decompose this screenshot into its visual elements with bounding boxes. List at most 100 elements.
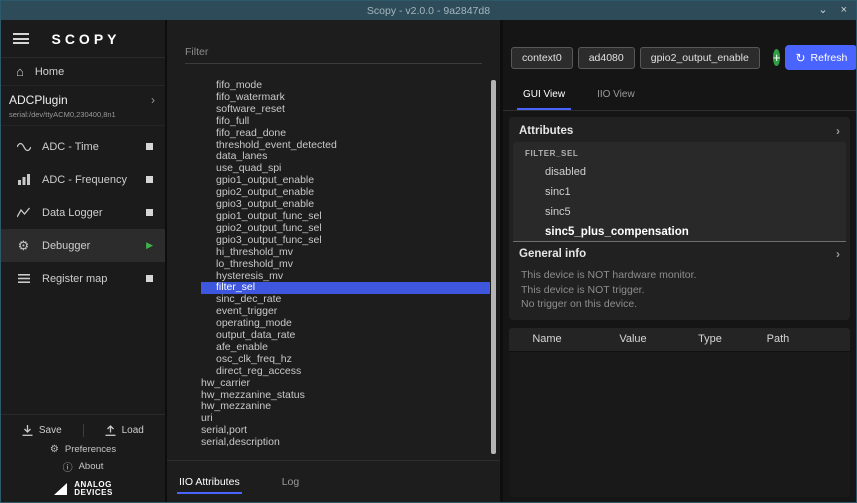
general-info-section-header[interactable]: General info › xyxy=(511,242,848,265)
about-label: About xyxy=(79,461,104,472)
refresh-label: Refresh xyxy=(811,52,848,64)
analog-devices-brand: ANALOG DEVICES xyxy=(53,481,113,497)
preferences-button[interactable]: ⚙ Preferences xyxy=(50,442,116,457)
tree-item[interactable]: serial,description xyxy=(201,437,490,449)
sidebar-item-data-logger[interactable]: Data Logger xyxy=(1,196,165,229)
results-table-body xyxy=(509,352,850,498)
tree-scrollbar[interactable] xyxy=(491,80,496,454)
breadcrumb-button[interactable]: ad4080 xyxy=(578,47,635,69)
tree-item[interactable]: gpio3_output_func_sel xyxy=(201,235,490,247)
dropdown-option[interactable]: disabled xyxy=(513,162,846,182)
middle-tab[interactable]: Log xyxy=(280,464,302,500)
stop-indicator[interactable] xyxy=(146,143,153,150)
tree-item[interactable]: fifo_read_done xyxy=(201,128,490,140)
dropdown-option[interactable]: sinc5_plus_compensation xyxy=(513,222,846,242)
tree-item[interactable]: direct_reg_access xyxy=(201,366,490,378)
tree-item[interactable]: hw_carrier xyxy=(201,378,490,390)
tree-item[interactable]: hw_mezzanine xyxy=(201,401,490,413)
add-button[interactable]: + xyxy=(773,49,781,66)
filter-sel-dropdown: disabled sinc1 sinc5 sinc5_plus_compensa… xyxy=(513,162,846,242)
attribute-tree: fifo_mode fifo_watermark software_reset … xyxy=(167,80,500,460)
register-map-icon xyxy=(16,273,31,284)
info-line: This device is NOT trigger. xyxy=(521,283,838,298)
brand-text: ANALOG DEVICES xyxy=(74,481,113,497)
table-header-cell: Type xyxy=(681,333,739,345)
view-tab-bar: GUI View IIO View xyxy=(503,81,856,111)
chevron-right-icon: › xyxy=(151,93,155,107)
sidebar-item-debugger[interactable]: ⚙ Debugger ▶ xyxy=(1,229,165,262)
table-header-cell: Name xyxy=(509,333,585,345)
save-icon xyxy=(22,425,33,436)
scopy-logo: SCOPY xyxy=(29,31,153,47)
brand-line-2: DEVICES xyxy=(74,488,113,497)
sidebar-item-label: Data Logger xyxy=(42,207,135,219)
attribute-name-label: FILTER_SEL xyxy=(513,147,846,162)
analog-devices-logo-icon xyxy=(53,482,68,496)
sidebar-item-home[interactable]: ⌂ Home xyxy=(1,58,165,86)
info-line: No trigger on this device. xyxy=(521,297,838,312)
load-button[interactable]: Load xyxy=(84,425,166,436)
gear-icon: ⚙ xyxy=(16,238,31,254)
device-header[interactable]: ADCPlugin › serial:/dev/ttyACM0,230400,8… xyxy=(1,86,165,126)
attribute-editor: FILTER_SEL disabled sinc1 sinc5 sinc5_pl… xyxy=(513,142,846,242)
stop-indicator[interactable] xyxy=(146,209,153,216)
tree-item[interactable]: software_reset xyxy=(201,104,490,116)
sidebar-menu: ADC - Time ADC - Frequency Data Logger xyxy=(1,126,165,414)
tree-item[interactable]: fifo_full xyxy=(201,116,490,128)
dropdown-option[interactable]: sinc5 xyxy=(513,202,846,222)
stop-indicator[interactable] xyxy=(146,176,153,183)
view-tab[interactable]: IIO View xyxy=(581,81,651,110)
tree-item[interactable]: lo_threshold_mv xyxy=(201,259,490,271)
breadcrumb: context0 ad4080 gpio2_output_enable xyxy=(511,47,760,69)
tree-item[interactable]: hi_threshold_mv xyxy=(201,247,490,259)
stop-indicator[interactable] xyxy=(146,275,153,282)
dropdown-option[interactable]: sinc1 xyxy=(513,182,846,202)
info-line: This device is NOT hardware monitor. xyxy=(521,268,838,283)
sidebar-item-adc-frequency[interactable]: ADC - Frequency xyxy=(1,163,165,196)
view-tab[interactable]: GUI View xyxy=(507,81,581,110)
titlebar[interactable]: Scopy - v2.0.0 - 9a2847d8 ⌄ × xyxy=(1,1,856,20)
middle-tab[interactable]: IIO Attributes xyxy=(177,464,242,500)
attributes-section-header[interactable]: Attributes › xyxy=(511,119,848,142)
minimize-icon[interactable]: ⌄ xyxy=(818,5,827,16)
about-button[interactable]: ⓘ About xyxy=(63,459,104,474)
close-icon[interactable]: × xyxy=(841,5,847,16)
tree-item[interactable]: osc_clk_freq_hz xyxy=(201,354,490,366)
tree-item[interactable]: gpio2_output_func_sel xyxy=(201,223,490,235)
gear-icon: ⚙ xyxy=(50,444,59,455)
window-controls: ⌄ × xyxy=(818,1,847,20)
hamburger-menu-icon[interactable] xyxy=(13,33,29,44)
chevron-right-icon: › xyxy=(836,124,840,138)
save-label: Save xyxy=(39,425,62,436)
main-area: SCOPY ⌂ Home ADCPlugin › serial:/dev/tty… xyxy=(1,20,856,502)
sidebar-item-label: ADC - Time xyxy=(42,141,135,153)
refresh-button[interactable]: ↻ Refresh xyxy=(785,45,857,70)
save-button[interactable]: Save xyxy=(1,425,83,436)
sidebar-item-label: Register map xyxy=(42,273,135,285)
middle-tab-bar: IIO Attributes Log xyxy=(167,460,500,502)
sidebar-footer: Save Load ⚙ Preferences ⓘ About xyxy=(1,414,165,502)
plugin-name: ADCPlugin xyxy=(9,93,68,107)
table-header-cell: Value xyxy=(585,333,681,345)
home-icon: ⌂ xyxy=(16,64,24,79)
table-header-cell: Path xyxy=(739,333,817,345)
play-icon[interactable]: ▶ xyxy=(146,240,153,251)
refresh-icon: ↻ xyxy=(795,51,805,65)
load-icon xyxy=(105,425,116,436)
results-table-header: Name Value Type Path xyxy=(509,328,850,352)
breadcrumb-button[interactable]: context0 xyxy=(511,47,573,69)
filter-block xyxy=(167,20,500,64)
filter-input[interactable] xyxy=(185,44,482,64)
load-label: Load xyxy=(122,425,144,436)
sidebar-item-adc-time[interactable]: ADC - Time xyxy=(1,130,165,163)
iio-explorer-panel: fifo_mode fifo_watermark software_reset … xyxy=(167,20,503,502)
general-info-text: This device is NOT hardware monitor. Thi… xyxy=(511,265,848,314)
home-label: Home xyxy=(35,66,64,78)
datalogger-icon xyxy=(16,207,31,218)
breadcrumb-button[interactable]: gpio2_output_enable xyxy=(640,47,760,69)
bar-chart-icon xyxy=(16,174,31,185)
sine-wave-icon xyxy=(16,142,31,152)
sidebar-item-register-map[interactable]: Register map xyxy=(1,262,165,295)
sidebar-item-label: ADC - Frequency xyxy=(42,174,135,186)
sidebar-item-label: Debugger xyxy=(42,240,135,252)
